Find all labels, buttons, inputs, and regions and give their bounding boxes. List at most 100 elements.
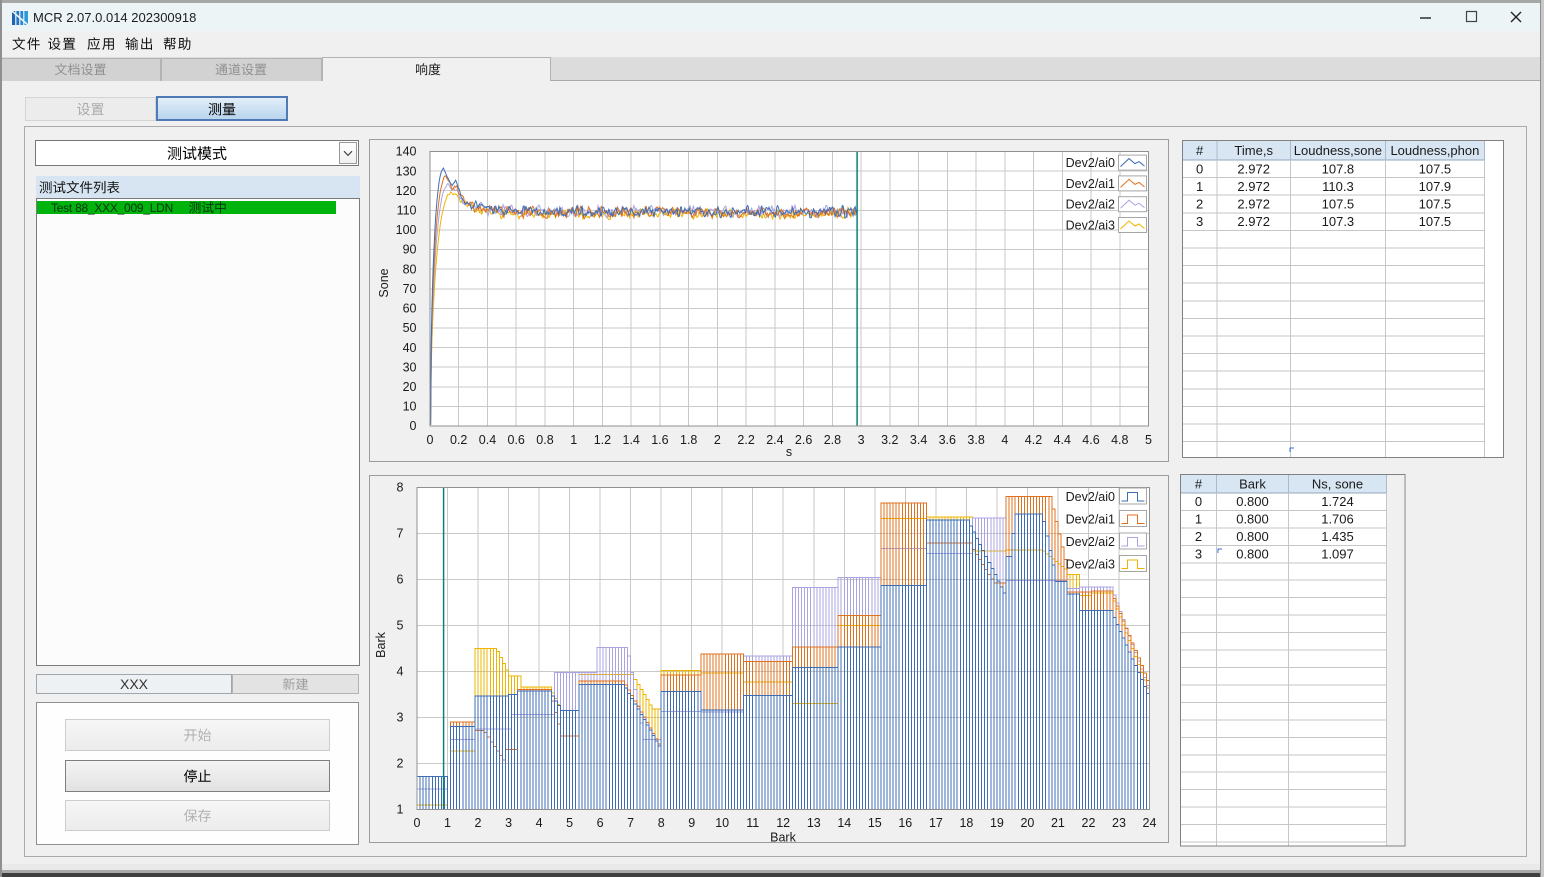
- svg-text:11: 11: [746, 816, 759, 830]
- svg-text:Dev2/ai0: Dev2/ai0: [1066, 156, 1115, 170]
- svg-text:Dev2/ai3: Dev2/ai3: [1066, 558, 1115, 572]
- svg-text:s: s: [786, 445, 792, 459]
- svg-text:19: 19: [990, 816, 1004, 830]
- svg-text:0.800: 0.800: [1236, 529, 1269, 544]
- svg-text:2.8: 2.8: [824, 433, 841, 447]
- svg-text:2: 2: [1195, 529, 1202, 544]
- svg-text:17: 17: [929, 816, 943, 830]
- svg-text:2.972: 2.972: [1237, 161, 1270, 176]
- svg-text:140: 140: [396, 145, 417, 159]
- svg-text:2.972: 2.972: [1237, 197, 1270, 212]
- svg-text:1.4: 1.4: [623, 433, 640, 447]
- svg-text:0: 0: [427, 433, 434, 447]
- svg-text:4.6: 4.6: [1082, 433, 1099, 447]
- svg-text:1: 1: [444, 816, 451, 830]
- svg-text:4.8: 4.8: [1111, 433, 1128, 447]
- svg-text:1.2: 1.2: [594, 433, 611, 447]
- svg-text:110.3: 110.3: [1322, 179, 1354, 194]
- svg-text:0: 0: [414, 816, 421, 830]
- svg-text:0.8: 0.8: [536, 433, 553, 447]
- svg-text:30: 30: [403, 360, 417, 374]
- svg-text:12: 12: [776, 816, 790, 830]
- svg-text:0.4: 0.4: [479, 433, 496, 447]
- svg-text:Dev2/ai1: Dev2/ai1: [1066, 513, 1115, 527]
- svg-text:9: 9: [688, 816, 695, 830]
- svg-text:2.972: 2.972: [1237, 179, 1270, 194]
- svg-text:2: 2: [397, 757, 404, 771]
- svg-text:14: 14: [837, 816, 851, 830]
- svg-text:1: 1: [570, 433, 577, 447]
- svg-text:2.972: 2.972: [1237, 214, 1270, 229]
- svg-text:20: 20: [403, 380, 417, 394]
- svg-text:0.6: 0.6: [508, 433, 525, 447]
- svg-text:3.8: 3.8: [967, 433, 984, 447]
- svg-text:1: 1: [1196, 179, 1203, 194]
- svg-text:7: 7: [627, 816, 634, 830]
- svg-text:107.5: 107.5: [1419, 197, 1452, 212]
- svg-text:2: 2: [714, 433, 721, 447]
- svg-text:Dev2/ai1: Dev2/ai1: [1066, 177, 1115, 191]
- svg-text:10: 10: [403, 400, 417, 414]
- svg-text:3.2: 3.2: [881, 433, 898, 447]
- svg-text:8: 8: [658, 816, 665, 830]
- svg-text:70: 70: [403, 282, 417, 296]
- svg-text:0: 0: [1196, 161, 1203, 176]
- svg-text:Dev2/ai2: Dev2/ai2: [1066, 535, 1115, 549]
- svg-text:120: 120: [396, 184, 417, 198]
- svg-text:0.800: 0.800: [1236, 512, 1269, 527]
- svg-text:Dev2/ai2: Dev2/ai2: [1066, 198, 1115, 212]
- svg-text:0: 0: [1195, 494, 1202, 509]
- svg-text:1.435: 1.435: [1321, 529, 1354, 544]
- svg-text:1: 1: [1195, 512, 1202, 527]
- svg-text:3: 3: [1195, 547, 1202, 562]
- svg-text:Bark: Bark: [770, 831, 796, 844]
- svg-text:Dev2/ai0: Dev2/ai0: [1066, 490, 1115, 504]
- svg-text:60: 60: [403, 302, 417, 316]
- svg-text:Ns, sone: Ns, sone: [1312, 477, 1363, 492]
- svg-text:107.9: 107.9: [1419, 179, 1452, 194]
- svg-text:4.2: 4.2: [1025, 433, 1042, 447]
- svg-text:2.4: 2.4: [766, 433, 783, 447]
- svg-text:4: 4: [1001, 433, 1008, 447]
- svg-text:3.4: 3.4: [910, 433, 927, 447]
- svg-text:0.2: 0.2: [450, 433, 467, 447]
- svg-text:Bark: Bark: [374, 631, 388, 657]
- svg-text:1.706: 1.706: [1321, 512, 1354, 527]
- svg-text:50: 50: [403, 321, 417, 335]
- svg-text:18: 18: [959, 816, 973, 830]
- svg-text:0: 0: [410, 419, 417, 433]
- svg-text:1.8: 1.8: [680, 433, 697, 447]
- svg-text:107.5: 107.5: [1419, 214, 1452, 229]
- svg-text:Sone: Sone: [377, 268, 391, 297]
- svg-text:20: 20: [1020, 816, 1034, 830]
- svg-text:5: 5: [566, 816, 573, 830]
- svg-text:130: 130: [396, 164, 417, 178]
- svg-text:4: 4: [397, 665, 404, 679]
- svg-text:100: 100: [396, 223, 417, 237]
- svg-text:Loudness,phon: Loudness,phon: [1390, 143, 1479, 158]
- svg-text:15: 15: [868, 816, 882, 830]
- svg-text:#: #: [1196, 143, 1204, 158]
- svg-text:3: 3: [858, 433, 865, 447]
- svg-text:21: 21: [1051, 816, 1065, 830]
- svg-text:80: 80: [403, 262, 417, 276]
- svg-text:5: 5: [1145, 433, 1152, 447]
- svg-text:40: 40: [403, 341, 417, 355]
- svg-text:5: 5: [397, 619, 404, 633]
- svg-text:1.6: 1.6: [651, 433, 668, 447]
- svg-text:4.4: 4.4: [1054, 433, 1071, 447]
- svg-text:2: 2: [1196, 197, 1203, 212]
- svg-text:2.2: 2.2: [737, 433, 754, 447]
- svg-text:7: 7: [397, 527, 404, 541]
- svg-text:107.8: 107.8: [1322, 161, 1355, 176]
- svg-text:6: 6: [597, 816, 604, 830]
- svg-text:90: 90: [403, 243, 417, 257]
- svg-text:22: 22: [1082, 816, 1096, 830]
- svg-text:4: 4: [536, 816, 543, 830]
- svg-text:3.6: 3.6: [939, 433, 956, 447]
- svg-text:8: 8: [397, 481, 404, 495]
- svg-text:0.800: 0.800: [1236, 494, 1269, 509]
- svg-text:107.5: 107.5: [1322, 197, 1355, 212]
- svg-text:13: 13: [807, 816, 821, 830]
- svg-text:#: #: [1195, 477, 1203, 492]
